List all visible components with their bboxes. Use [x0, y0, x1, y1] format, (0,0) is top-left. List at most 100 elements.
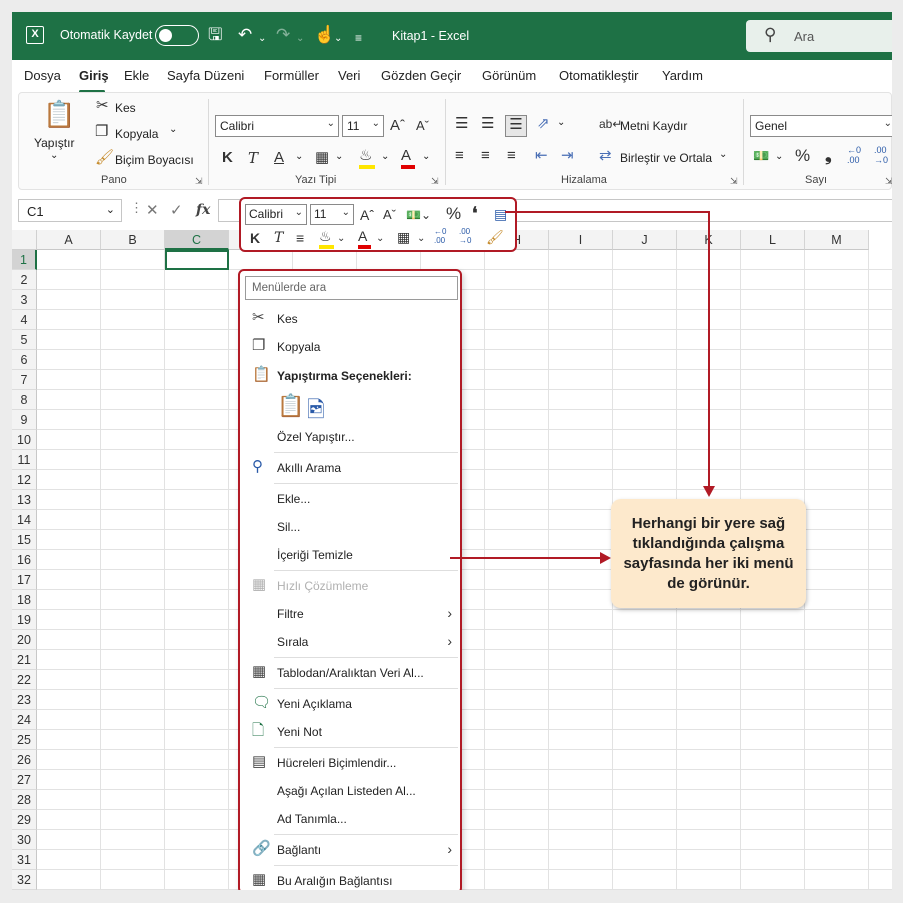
increase-font-icon[interactable]: Aˆ: [390, 117, 405, 135]
cut-icon[interactable]: ✂: [96, 97, 109, 115]
fill-color-dropdown-icon[interactable]: ⌄: [381, 151, 389, 162]
mini-borders-icon[interactable]: ▦: [397, 228, 410, 246]
cancel-icon[interactable]: ✕: [146, 201, 159, 219]
mini-fill-dropdown-icon[interactable]: ⌄: [337, 230, 345, 248]
copy-button[interactable]: Kopyala: [115, 127, 158, 141]
row-header-30[interactable]: 30: [12, 830, 37, 850]
merge-dropdown-icon[interactable]: ⌄: [719, 149, 727, 160]
percent-button[interactable]: %: [795, 147, 810, 165]
italic-button[interactable]: T: [248, 149, 258, 167]
underline-button[interactable]: A: [274, 149, 284, 167]
align-center-icon[interactable]: ≡: [481, 147, 490, 165]
more-options-icon[interactable]: ⋮: [130, 200, 143, 216]
decrease-indent-icon[interactable]: ⇤: [535, 147, 548, 165]
align-middle-icon[interactable]: ☰: [481, 115, 494, 133]
menu-gozden-gecir[interactable]: Gözden Geçir: [381, 68, 461, 83]
redo-icon[interactable]: ↷: [276, 25, 290, 45]
decrease-decimal-icon[interactable]: .00 →0: [874, 145, 888, 165]
menu-formuller[interactable]: Formüller: [264, 68, 319, 83]
menu-yardim[interactable]: Yardım: [662, 68, 703, 83]
number-launcher-icon[interactable]: ⇲: [885, 176, 892, 187]
merge-center-button[interactable]: Birleştir ve Ortala: [620, 151, 712, 165]
row-header-16[interactable]: 16: [12, 550, 37, 570]
row-header-27[interactable]: 27: [12, 770, 37, 790]
paste-icon[interactable]: 📋: [43, 99, 75, 129]
fill-color-icon[interactable]: ♨: [359, 147, 375, 169]
menu-veri[interactable]: Veri: [338, 68, 360, 83]
mini-font-name-combo[interactable]: Calibri ⌄: [245, 204, 307, 225]
menu-item-link[interactable]: 🔗 Bağlantı ›: [240, 838, 460, 862]
font-color-icon[interactable]: A: [401, 147, 415, 169]
name-box[interactable]: C1 ⌄: [18, 199, 122, 222]
menu-item-link-to-range[interactable]: ▦ Bu Aralığın Bağlantısı: [240, 869, 460, 890]
font-color-dropdown-icon[interactable]: ⌄: [422, 151, 430, 162]
redo-dropdown-icon[interactable]: ⌄: [296, 29, 304, 49]
row-header-23[interactable]: 23: [12, 690, 37, 710]
font-name-combo[interactable]: Calibri ⌄: [215, 115, 339, 137]
paste-option-icon[interactable]: 📋: [277, 393, 304, 419]
menu-item-clear-contents[interactable]: İçeriği Temizle: [240, 543, 460, 567]
undo-dropdown-icon[interactable]: ⌄: [258, 29, 266, 49]
row-header-20[interactable]: 20: [12, 630, 37, 650]
borders-dropdown-icon[interactable]: ⌄: [335, 151, 343, 162]
column-header-b[interactable]: B: [101, 230, 165, 250]
format-painter-button[interactable]: Biçim Boyacısı: [115, 153, 194, 167]
row-header-11[interactable]: 11: [12, 450, 37, 470]
mini-align-center-icon[interactable]: ≡: [296, 229, 304, 247]
menu-sayfa-duzeni[interactable]: Sayfa Düzeni: [167, 68, 244, 83]
align-bottom-icon[interactable]: ☰: [505, 115, 527, 137]
comma-style-button[interactable]: ❟: [825, 147, 832, 165]
column-header-i[interactable]: I: [549, 230, 613, 250]
row-header-21[interactable]: 21: [12, 650, 37, 670]
orientation-dropdown-icon[interactable]: ⌄: [557, 117, 565, 128]
pano-launcher-icon[interactable]: ⇲: [195, 176, 203, 187]
wrap-text-button[interactable]: Metni Kaydır: [620, 119, 687, 133]
accounting-format-icon[interactable]: 💵: [753, 147, 769, 165]
column-header-l[interactable]: L: [741, 230, 805, 250]
increase-indent-icon[interactable]: ⇥: [561, 147, 574, 165]
font-size-combo[interactable]: 11 ⌄: [342, 115, 384, 137]
selected-cell-c1[interactable]: [165, 250, 229, 270]
menu-item-cut[interactable]: ✂ Kes: [240, 307, 460, 331]
row-header-13[interactable]: 13: [12, 490, 37, 510]
row-header-15[interactable]: 15: [12, 530, 37, 550]
borders-icon[interactable]: ▦: [315, 149, 329, 167]
column-header-a[interactable]: A: [37, 230, 101, 250]
row-header-10[interactable]: 10: [12, 430, 37, 450]
row-header-6[interactable]: 6: [12, 350, 37, 370]
touch-dropdown-icon[interactable]: ⌄: [334, 29, 342, 49]
paste-dropdown-icon[interactable]: ⌄: [50, 150, 58, 161]
menu-search-input[interactable]: Menülerde ara: [245, 276, 458, 300]
save-icon[interactable]: 🖫: [208, 25, 222, 45]
decrease-font-icon[interactable]: Aˇ: [416, 117, 429, 135]
row-header-29[interactable]: 29: [12, 810, 37, 830]
row-header-7[interactable]: 7: [12, 370, 37, 390]
mini-fill-color-icon[interactable]: ♨: [319, 227, 334, 249]
wrap-text-icon[interactable]: ab↵: [599, 115, 622, 133]
menu-item-sort[interactable]: Sırala ›: [240, 630, 460, 654]
column-header-c[interactable]: C: [165, 230, 229, 250]
undo-icon[interactable]: ↶: [238, 25, 252, 45]
mini-font-color-dropdown-icon[interactable]: ⌄: [376, 230, 384, 248]
row-header-28[interactable]: 28: [12, 790, 37, 810]
menu-dosya[interactable]: Dosya: [24, 68, 61, 83]
column-header-m[interactable]: M: [805, 230, 869, 250]
insert-function-button[interactable]: fx: [196, 202, 210, 218]
touch-mode-icon[interactable]: ☝: [314, 25, 335, 45]
orientation-icon[interactable]: ⇗: [537, 115, 550, 133]
menu-otomatiklestir[interactable]: Otomatikleştir: [559, 68, 638, 83]
row-header-31[interactable]: 31: [12, 850, 37, 870]
mini-format-painter-icon[interactable]: 🖌: [486, 228, 504, 246]
increase-decimal-icon[interactable]: ←0.00: [847, 145, 861, 165]
autosave-toggle[interactable]: [155, 25, 199, 46]
mini-bold-button[interactable]: K: [250, 229, 260, 247]
mini-percent-button[interactable]: %: [446, 205, 461, 223]
merge-center-icon[interactable]: ⇄: [599, 147, 612, 165]
mini-accounting-icon[interactable]: 💵⌄: [406, 206, 431, 224]
mini-borders-dropdown-icon[interactable]: ⌄: [417, 230, 425, 248]
row-header-12[interactable]: 12: [12, 470, 37, 490]
copy-dropdown-icon[interactable]: ⌄: [169, 124, 177, 135]
alignment-launcher-icon[interactable]: ⇲: [730, 176, 738, 187]
menu-item-define-name[interactable]: Ad Tanımla...: [240, 807, 460, 831]
menu-item-smart-lookup[interactable]: ⚲ Akıllı Arama: [240, 456, 460, 480]
